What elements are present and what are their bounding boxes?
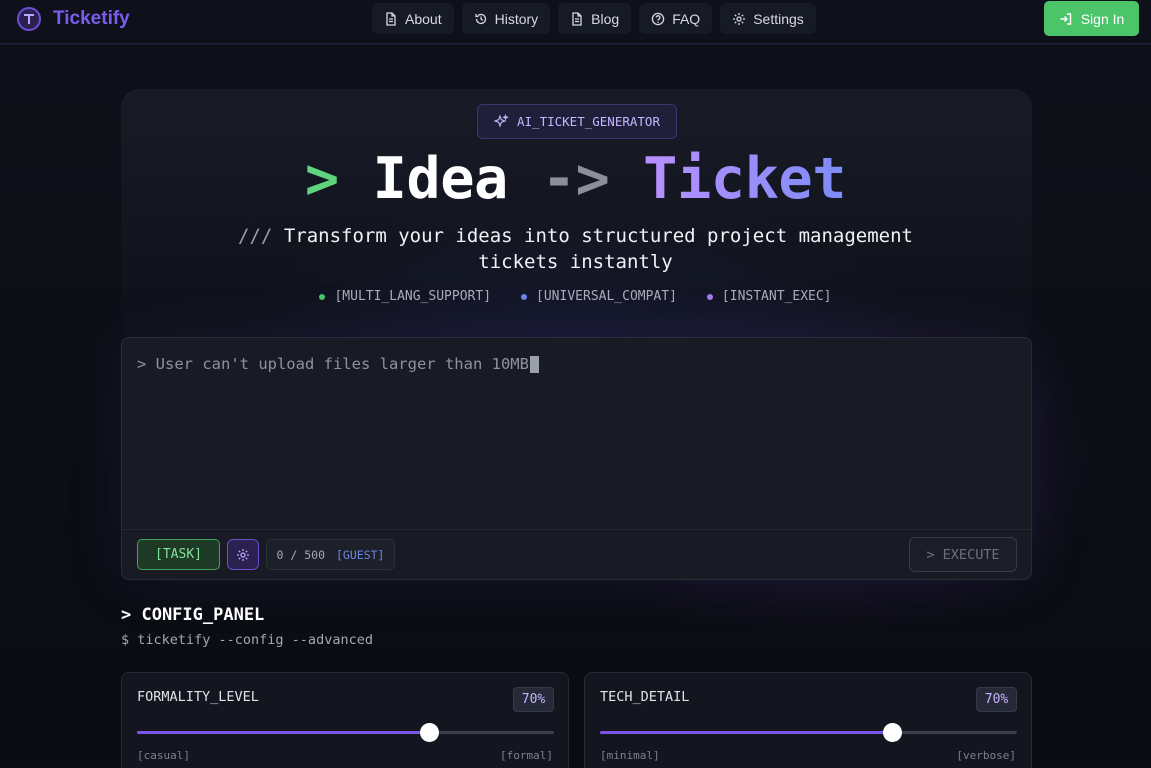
title-prompt: > [304, 146, 339, 212]
sparkles-icon [494, 114, 509, 128]
help-circle-icon [651, 12, 665, 25]
history-icon [474, 13, 486, 24]
app-name: Ticketify [53, 8, 130, 29]
gear-icon [237, 548, 249, 561]
slider-label: TECH_DETAIL [600, 689, 690, 705]
slider-max-label: [verbose] [956, 749, 1016, 762]
task-type-button[interactable]: [TASK] [137, 539, 220, 570]
subtitle-text: Transform your ideas into structured pro… [283, 225, 913, 273]
nav-label: FAQ [672, 10, 701, 27]
nav-label: About [405, 10, 442, 27]
slider-max-label: [formal] [500, 749, 553, 762]
slider-thumb[interactable] [419, 723, 439, 742]
gear-icon [733, 12, 746, 25]
nav-faq[interactable]: FAQ [639, 3, 713, 34]
feature-label: [MULTI_LANG_SUPPORT] [334, 289, 492, 304]
status-dot [706, 293, 713, 300]
slider-fill [600, 731, 892, 734]
config-panel-title: > CONFIG_PANEL [121, 605, 265, 625]
sign-in-button[interactable]: Sign In [1044, 1, 1139, 36]
nav-label: Blog [591, 10, 620, 27]
slider-min-label: [casual] [137, 749, 190, 762]
tech-detail-slider-card: TECH_DETAIL 70% [minimal] [verbose] [584, 672, 1032, 768]
slider-min-label: [minimal] [600, 749, 660, 762]
nav-label: History [494, 10, 539, 27]
title-idea: Idea [372, 146, 509, 212]
slider-value-badge: 70% [513, 687, 554, 712]
sign-in-label: Sign In [1080, 10, 1125, 27]
slider-value-badge: 70% [976, 687, 1017, 712]
text-cursor [529, 355, 539, 373]
status-dot [521, 293, 528, 300]
hero-subtitle: /// Transform your ideas into structured… [225, 223, 926, 275]
top-navbar: Ticketify About History Blog FAQ Setting… [0, 0, 1151, 44]
status-dot [319, 293, 326, 300]
subtitle-prefix: /// [238, 225, 273, 247]
idea-textarea[interactable]: > User can't upload files larger than 10… [137, 355, 539, 373]
document-icon [386, 11, 396, 26]
sign-in-icon [1060, 12, 1071, 25]
nav-about[interactable]: About [372, 3, 454, 34]
slider-label: FORMALITY_LEVEL [137, 689, 259, 705]
logo-icon [17, 7, 41, 31]
generator-badge: AI_TICKET_GENERATOR [477, 104, 677, 139]
formality-slider-card: FORMALITY_LEVEL 70% [casual] [formal] [121, 672, 569, 768]
nav-label: Settings [753, 10, 804, 27]
slider-fill [137, 731, 429, 734]
idea-input-card: > User can't upload files larger than 10… [121, 337, 1032, 580]
nav-history[interactable]: History [461, 3, 551, 34]
feature-item: [MULTI_LANG_SUPPORT] [319, 289, 491, 304]
formality-slider[interactable] [137, 723, 554, 742]
feature-list: [MULTI_LANG_SUPPORT] [UNIVERSAL_COMPAT] … [0, 289, 1151, 304]
title-ticket: Ticket [643, 146, 847, 212]
input-value: > User can't upload files larger than 10… [137, 355, 529, 373]
input-toolbar: [TASK] 0 / 500 [GUEST] > EXECUTE [122, 529, 1031, 580]
feature-item: [INSTANT_EXEC] [706, 289, 832, 304]
counter-value: 0 / 500 [276, 547, 325, 562]
title-arrow: -> [541, 146, 610, 212]
hero-title: > Idea -> Ticket [0, 146, 1151, 212]
execute-button[interactable]: > EXECUTE [909, 537, 1017, 572]
feature-label: [INSTANT_EXEC] [721, 289, 832, 304]
char-counter: 0 / 500 [GUEST] [266, 539, 395, 570]
config-command: $ ticketify --config --advanced [121, 632, 373, 648]
tech-detail-slider[interactable] [600, 723, 1017, 742]
options-button[interactable] [227, 539, 259, 570]
badge-label: AI_TICKET_GENERATOR [517, 114, 660, 129]
feature-label: [UNIVERSAL_COMPAT] [536, 289, 677, 304]
nav-settings[interactable]: Settings [720, 3, 816, 34]
main-nav: About History Blog FAQ Settings [372, 3, 816, 34]
document-icon [572, 11, 582, 26]
slider-thumb[interactable] [882, 723, 902, 742]
guest-badge: [GUEST] [336, 547, 385, 562]
feature-item: [UNIVERSAL_COMPAT] [521, 289, 677, 304]
logo[interactable]: Ticketify [17, 7, 130, 31]
nav-blog[interactable]: Blog [558, 3, 632, 34]
